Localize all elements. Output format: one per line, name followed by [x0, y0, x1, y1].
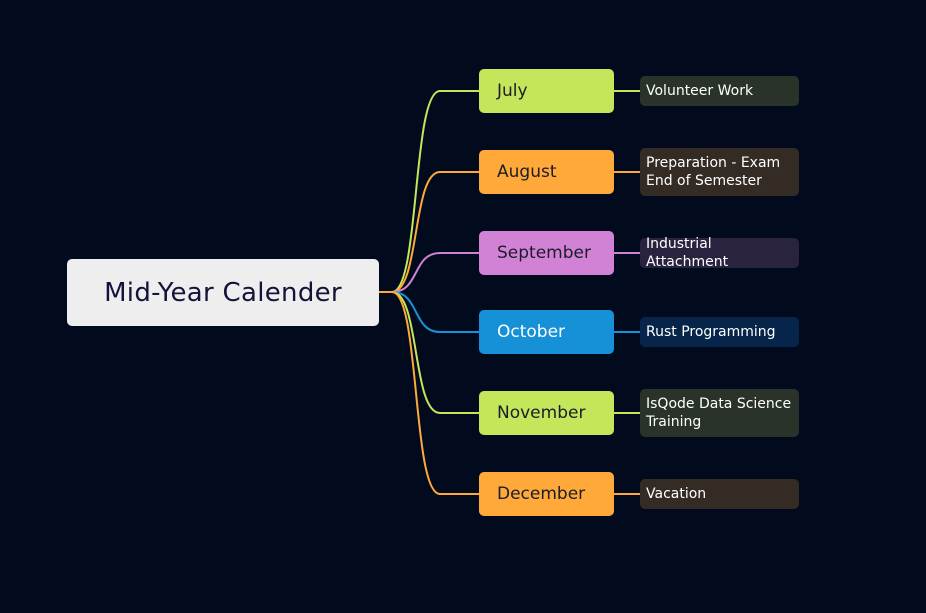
root-topic-label: Mid-Year Calender	[104, 277, 342, 308]
note-label: Rust Programming	[646, 324, 776, 340]
branch-connector	[391, 291, 480, 495]
mind-map-canvas: Mid-Year Calender July Volunteer Work Au…	[0, 0, 926, 613]
note-node-november[interactable]: IsQode Data Science Training	[640, 389, 799, 437]
note-node-september[interactable]: Industrial Attachment	[640, 236, 799, 270]
month-label: September	[497, 243, 591, 263]
month-label: December	[497, 484, 586, 504]
note-node-december[interactable]: Vacation	[640, 479, 799, 509]
note-label: IsQode Data Science Training	[646, 396, 792, 430]
note-label: Preparation - Exam End of Semester	[646, 155, 781, 189]
month-node-october[interactable]: October	[479, 310, 614, 354]
month-node-november[interactable]: November	[479, 391, 614, 435]
month-node-july[interactable]: July	[479, 69, 614, 113]
note-label: Industrial Attachment	[646, 236, 729, 270]
note-node-july[interactable]: Volunteer Work	[640, 76, 799, 106]
month-label: October	[497, 322, 566, 342]
month-label: November	[497, 403, 586, 423]
note-node-october[interactable]: Rust Programming	[640, 317, 799, 347]
month-node-december[interactable]: December	[479, 472, 614, 516]
note-node-august[interactable]: Preparation - Exam End of Semester	[640, 148, 799, 196]
note-label: Vacation	[646, 486, 707, 502]
month-label: July	[497, 81, 528, 101]
root-topic[interactable]: Mid-Year Calender	[67, 259, 379, 326]
month-node-september[interactable]: September	[479, 231, 614, 275]
note-label: Volunteer Work	[646, 83, 754, 99]
branch-connector	[391, 90, 480, 293]
month-node-august[interactable]: August	[479, 150, 614, 194]
month-label: August	[497, 162, 557, 182]
